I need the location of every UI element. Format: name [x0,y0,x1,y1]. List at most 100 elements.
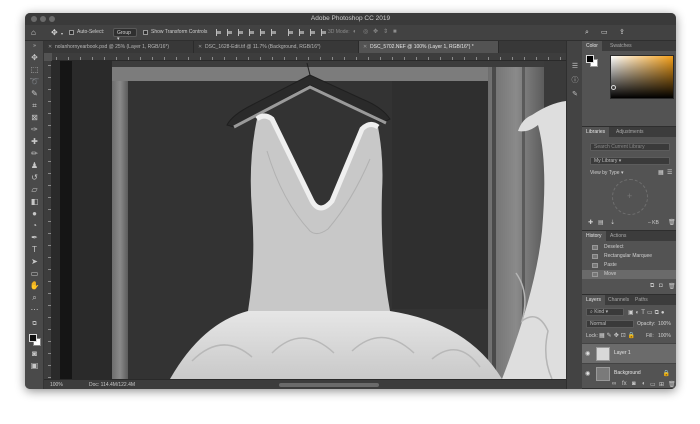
lock-options-icons[interactable]: ▦✎✥⊡🔒 [599,332,637,339]
auto-select-target-dropdown[interactable]: Group ▾ [113,28,137,42]
history-item-selected[interactable]: Move [582,270,676,279]
eraser-tool-icon[interactable]: ▱ [29,185,40,195]
add-content-icon[interactable]: ✚ [588,219,593,226]
distribute-bottom-icon[interactable] [309,29,315,36]
lasso-tool-icon[interactable]: ➰ [29,77,40,87]
visibility-eye-icon[interactable]: ◉ [585,370,590,377]
delete-state-icon[interactable]: 🗑 [668,283,676,290]
move-tool-icon[interactable]: ✥ [51,28,58,37]
layer-row-selected[interactable]: ◉ Layer 1 [582,343,676,363]
threed-slide-icon[interactable]: ⇕ [383,28,388,37]
history-item[interactable]: Paste [582,261,676,270]
quick-mask-icon[interactable]: ◙ [29,349,40,359]
auto-select-checkbox[interactable] [69,30,74,35]
rectangle-tool-icon[interactable]: ▭ [29,269,40,279]
layer-row[interactable]: ◉ Background 🔒 [582,363,676,383]
fill-value[interactable]: 100% [658,333,671,339]
threed-drag-icon[interactable]: ✥ [373,28,378,37]
distribute-spacing-icon[interactable] [320,29,326,36]
zoom-tool-icon[interactable]: ⌕ [29,293,40,303]
tab-adjustments[interactable]: Adjustments [612,127,648,137]
layer-mask-icon[interactable]: ◙ [632,381,636,387]
horizontal-scrollbar[interactable] [279,383,379,387]
brush-tool-icon[interactable]: ✏ [29,149,40,159]
color-picker-cursor[interactable] [611,85,616,90]
path-selection-tool-icon[interactable]: ➤ [29,257,40,267]
tab-actions[interactable]: Actions [606,231,630,241]
history-item[interactable]: Deselect [582,243,676,252]
snapshot-icon[interactable]: ◘ [659,283,663,289]
toolbar-collapse-icon[interactable]: » [29,43,40,53]
layer-filter-icons[interactable]: ▣◐T▭⧉● [628,309,667,317]
close-tab-icon[interactable]: ✕ [198,41,202,53]
share-icon[interactable]: ⇪ [619,28,625,37]
list-view-icon[interactable]: ☰ [667,169,672,176]
tab-channels[interactable]: Channels [604,295,633,305]
foreground-color-swatch[interactable] [29,334,37,342]
tab-history[interactable]: History [582,231,606,241]
close-tab-icon[interactable]: ✕ [363,41,367,53]
threed-roll-icon[interactable]: ◎ [363,28,368,37]
adjustment-layer-icon[interactable]: ◐ [642,381,646,387]
search-icon[interactable]: ⌕ [585,28,589,37]
document-tab[interactable]: ✕ DSC_1628-Edit.tif @ 11.7% (Background,… [194,41,359,53]
tab-layers[interactable]: Layers [582,295,606,305]
screen-mode-icon[interactable]: ▣ [29,361,40,371]
frame-tool-icon[interactable]: ⊠ [29,113,40,123]
document-size[interactable]: Doc: 114.4M/122.4M [89,382,135,388]
library-search-input[interactable]: Search Current Library [590,143,670,151]
horizontal-ruler[interactable] [52,53,566,61]
link-layers-icon[interactable]: ∞ [612,381,616,387]
threed-rotate-icon[interactable]: ◐ [353,28,357,37]
align-top-icon[interactable] [248,29,254,36]
align-bottom-icon[interactable] [270,29,276,36]
delete-layer-icon[interactable]: 🗑 [668,381,676,388]
default-colors-icon[interactable]: ⧉ [29,319,40,329]
properties-panel-icon[interactable]: ☰ [571,63,579,71]
layer-style-icon[interactable]: fx [622,381,627,387]
workspace-icon[interactable]: ▭ [601,28,608,37]
gradient-tool-icon[interactable]: ◧ [29,197,40,207]
view-by-type-dropdown[interactable]: View by Type ▾ [590,170,623,176]
color-picker-field[interactable] [610,55,674,99]
opacity-value[interactable]: 100% [658,321,671,327]
color-swatches[interactable] [586,55,598,67]
align-left-icon[interactable] [215,29,221,36]
new-group-icon[interactable]: ▭ [650,381,656,388]
zoom-level[interactable]: 100% [50,382,63,388]
document-tab-active[interactable]: ✕ DSC_5702.NEF @ 100% (Layer 1, RGB/16*)… [359,41,499,53]
eyedropper-tool-icon[interactable]: ✑ [29,125,40,135]
history-brush-tool-icon[interactable]: ↺ [29,173,40,183]
type-tool-icon[interactable]: T [29,245,40,255]
sync-icon[interactable]: ⇣ [610,219,615,226]
quick-selection-tool-icon[interactable]: ✎ [29,89,40,99]
tab-color[interactable]: Color [582,41,602,51]
library-folder-icon[interactable]: ▤ [598,219,604,226]
visibility-eye-icon[interactable]: ◉ [585,350,590,357]
tab-paths[interactable]: Paths [631,295,652,305]
distribute-middle-icon[interactable] [298,29,304,36]
library-select[interactable]: My Library ▾ [590,157,670,165]
canvas-area[interactable] [52,61,566,379]
distribute-top-icon[interactable] [287,29,293,36]
blend-mode-dropdown[interactable]: Normal [586,320,634,328]
marquee-tool-icon[interactable]: ⬚ [29,65,40,75]
new-layer-icon[interactable]: ⊞ [659,381,664,388]
show-transform-checkbox[interactable] [143,30,148,35]
clone-stamp-tool-icon[interactable]: ♟ [29,161,40,171]
blur-tool-icon[interactable]: ● [29,209,40,219]
history-item[interactable]: Rectangular Marquee [582,252,676,261]
hand-tool-icon[interactable]: ✋ [29,281,40,291]
align-center-icon[interactable] [226,29,232,36]
trash-icon[interactable]: 🗑 [668,219,676,226]
pen-tool-icon[interactable]: ✒ [29,233,40,243]
vertical-ruler[interactable] [44,61,52,379]
document-tab[interactable]: ✕ nolanhornyearbook.psd @ 25% (Layer 1, … [44,41,194,53]
foreground-color-swatch[interactable] [586,55,594,63]
healing-brush-tool-icon[interactable]: ✚ [29,137,40,147]
edit-toolbar-icon[interactable]: ⋯ [29,305,40,315]
tab-libraries[interactable]: Libraries [582,127,610,137]
grid-view-icon[interactable]: ▦ [658,169,664,176]
move-tool-icon[interactable]: ✥ [29,53,40,63]
align-right-icon[interactable] [237,29,243,36]
